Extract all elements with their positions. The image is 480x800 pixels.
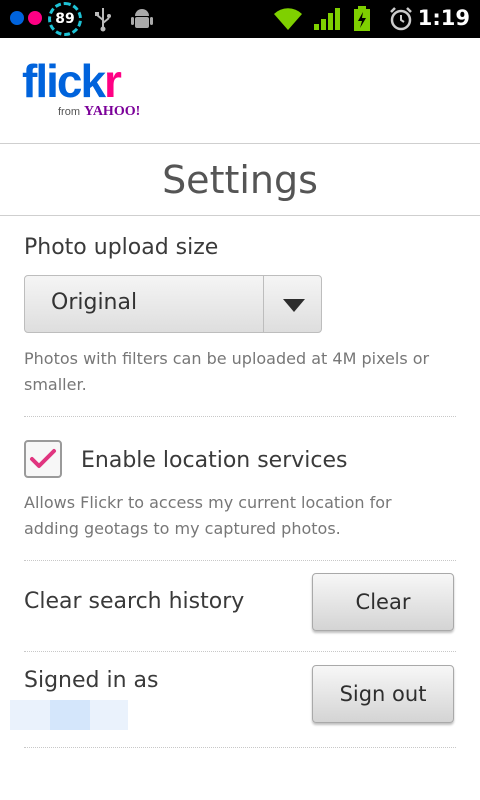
upload-size-dropdown[interactable]: Original	[24, 275, 322, 333]
alarm-icon	[390, 7, 412, 31]
location-services-description: Allows Flickr to access my current locat…	[24, 493, 392, 538]
redacted-username	[90, 700, 128, 730]
status-bar: 89 1:19	[0, 0, 480, 38]
dropdown-separator	[263, 276, 264, 332]
clear-button[interactable]: Clear	[312, 573, 454, 631]
flickr-logo: flickr from YAHOO!	[22, 55, 140, 119]
logo-text-r: r	[104, 55, 122, 107]
divider	[24, 560, 456, 561]
logo-yahoo-text: YAHOO!	[84, 104, 141, 119]
logo-text-flick: flick	[22, 55, 106, 107]
upload-size-value: Original	[51, 290, 138, 315]
android-debug-icon	[131, 9, 153, 28]
page-title: Settings	[0, 143, 480, 216]
redacted-username	[50, 700, 90, 730]
location-services-label: Enable location services	[81, 448, 348, 473]
divider	[24, 747, 456, 748]
notification-dot-blue-icon	[10, 11, 24, 25]
location-services-checkbox[interactable]	[24, 440, 62, 478]
battery-percent-text: 89	[55, 11, 75, 27]
usb-icon	[95, 8, 111, 32]
battery-charging-icon	[354, 6, 370, 31]
redacted-username	[10, 700, 50, 730]
dropdown-arrow-icon	[283, 299, 305, 312]
upload-size-description: Photos with filters can be uploaded at 4…	[24, 349, 430, 394]
sign-out-button[interactable]: Sign out	[312, 665, 454, 723]
upload-size-label: Photo upload size	[24, 235, 219, 260]
app-header: flickr from YAHOO!	[0, 38, 480, 144]
divider	[24, 416, 456, 417]
notification-dot-pink-icon	[28, 11, 42, 25]
signal-icon	[314, 8, 340, 30]
logo-subtitle: from YAHOO!	[58, 104, 140, 120]
checkmark-icon	[30, 449, 56, 468]
signed-in-label: Signed in as	[24, 668, 159, 693]
logo-from-text: from	[58, 106, 80, 118]
divider	[24, 651, 456, 652]
battery-percent-indicator: 89	[48, 2, 82, 36]
status-time: 1:19	[417, 6, 470, 30]
clear-search-history-label: Clear search history	[24, 589, 245, 614]
wifi-icon	[274, 8, 302, 30]
